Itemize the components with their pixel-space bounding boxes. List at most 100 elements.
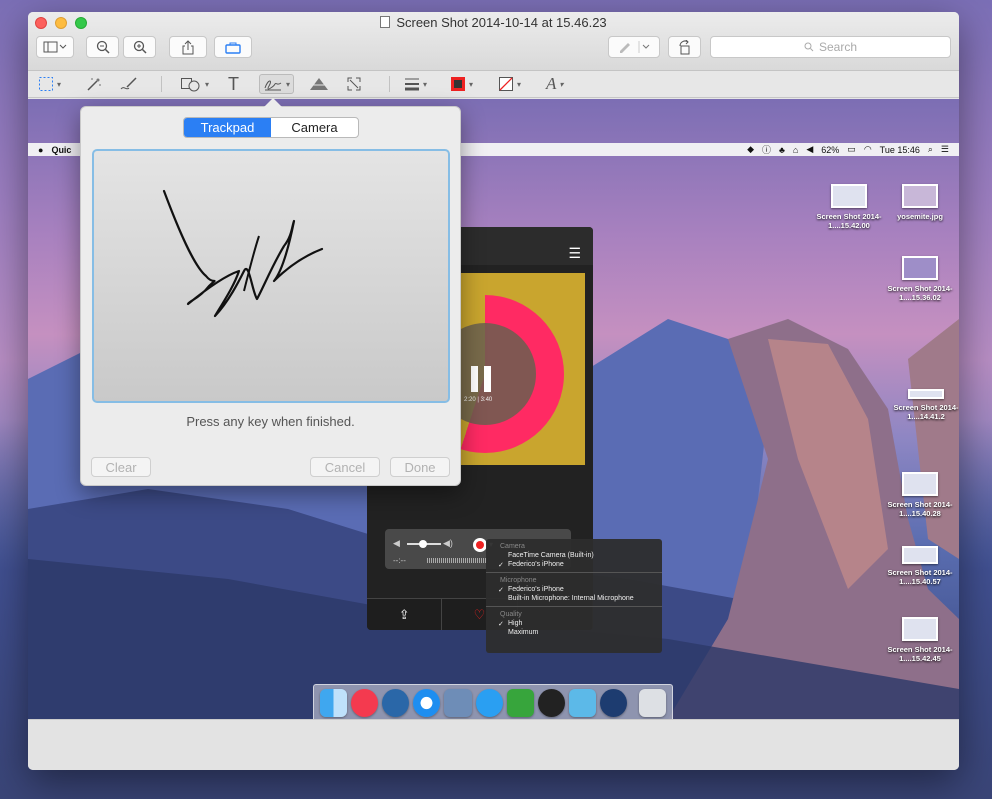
border-color-tool[interactable]: ▾ — [450, 74, 473, 94]
signature-popover: Trackpad Camera Press any key when finis… — [80, 98, 461, 486]
adjust-size-tool[interactable] — [346, 74, 362, 94]
list-icon[interactable]: ☰ — [568, 245, 581, 262]
desktop-icon-label: Screen Shot 2014-1....15.40.28 — [887, 500, 953, 518]
highlight-button[interactable] — [608, 36, 660, 58]
search-field[interactable]: Search — [710, 36, 951, 58]
chevron-down-icon: ▾ — [517, 79, 522, 89]
zoom-in-button[interactable] — [123, 36, 156, 58]
fill-color-icon — [499, 77, 513, 91]
airplay-icon[interactable]: ⇪ — [367, 599, 443, 630]
file-thumbnail — [908, 389, 944, 399]
volume-low-icon: ◀ — [393, 538, 400, 548]
menu-item-quality[interactable]: Maximum — [486, 628, 662, 637]
menubar-clock: Tue 15:46 — [879, 144, 920, 155]
desktop-icon-label: Screen Shot 2014-1....15.42.45 — [887, 645, 953, 663]
pause-button[interactable] — [471, 366, 495, 392]
spotlight-icon: ⌕ — [927, 144, 933, 154]
signature-hint: Press any key when finished. — [186, 414, 355, 429]
zoom-out-icon — [96, 40, 110, 54]
menu-item-camera[interactable]: FaceTime Camera (Built-in) — [486, 551, 662, 560]
desktop-icon-label: Screen Shot 2014-1....15.42.00 — [816, 212, 882, 230]
safari-icon[interactable] — [413, 689, 441, 717]
signature-tool[interactable]: ▾ — [259, 74, 295, 94]
text-style-tool[interactable]: A ▾ — [546, 74, 563, 94]
dock-separator — [631, 689, 635, 717]
share-icon — [182, 39, 194, 54]
desktop-icon-label: yosemite.jpg — [897, 212, 943, 221]
evernote-icon[interactable] — [506, 689, 534, 717]
preview-icon[interactable] — [444, 689, 472, 717]
sidebar-toggle-button[interactable] — [36, 36, 74, 58]
desktop-icon: Screen Shot 2014-1....15.40.57 — [880, 546, 959, 586]
menu-item-camera[interactable]: ✓ Federico's iPhone — [486, 560, 662, 569]
line-style-icon — [405, 78, 419, 91]
tweetbot-icon[interactable] — [382, 689, 410, 717]
clear-button[interactable]: Clear — [91, 457, 151, 477]
desktop-icon-label: Screen Shot 2014-1....15.40.57 — [887, 568, 953, 586]
adjust-color-icon — [308, 78, 330, 90]
toolbox-icon — [225, 42, 241, 54]
finder-icon[interactable] — [320, 689, 348, 717]
messages-icon[interactable] — [475, 689, 503, 717]
notification-center-icon: ☰ — [940, 144, 949, 154]
rotate-icon — [679, 39, 690, 54]
document-icon — [380, 16, 391, 28]
chevron-down-icon: ▾ — [469, 79, 474, 89]
sidebar-icon — [43, 41, 67, 53]
checkmark-icon: ✓ — [498, 587, 504, 594]
volume-high-icon: ◀) — [443, 538, 453, 548]
markup-toolbar: ▾ ▾ T ▾ ▾ ▾ ▾ A ▾ — [28, 71, 959, 98]
done-button[interactable]: Done — [390, 457, 450, 477]
itunes-icon[interactable] — [351, 689, 379, 717]
menu-item-microphone[interactable]: Built-in Microphone: Internal Microphone — [486, 594, 662, 603]
sketch-tool[interactable] — [119, 74, 139, 94]
menu-section-header: Quality — [500, 611, 522, 618]
volume-knob[interactable] — [419, 540, 427, 548]
sketch-pen-icon — [120, 77, 137, 90]
apple-icon: ● — [38, 144, 44, 155]
toolbar-divider — [161, 76, 162, 92]
instant-alpha-tool[interactable] — [85, 74, 103, 94]
cancel-button[interactable]: Cancel — [310, 457, 380, 477]
time-readout: 2:20 | 3:40 — [464, 397, 493, 403]
line-style-tool[interactable]: ▾ — [404, 74, 427, 94]
fill-color-tool[interactable]: ▾ — [498, 74, 521, 94]
zoom-out-button[interactable] — [86, 36, 119, 58]
selection-tool[interactable]: ▾ — [38, 74, 61, 94]
desktop-icon-label: Screen Shot 2014-1....14.41.2 — [893, 403, 959, 421]
tab-camera[interactable]: Camera — [271, 118, 358, 137]
dock — [313, 684, 673, 719]
tab-trackpad[interactable]: Trackpad — [184, 118, 271, 137]
record-button[interactable] — [473, 538, 487, 552]
menu-item-microphone[interactable]: ✓ Federico's iPhone — [486, 585, 662, 594]
toolbar-divider — [389, 76, 390, 92]
menu-divider — [486, 606, 662, 607]
pixelmator-icon[interactable] — [568, 689, 596, 717]
audio-level-meter — [427, 558, 487, 563]
checkmark-icon: ✓ — [498, 621, 504, 628]
desktop-icon-label: Screen Shot 2014-1....15.36.02 — [887, 284, 953, 302]
border-color-icon — [451, 77, 465, 91]
file-thumbnail — [902, 546, 938, 564]
search-icon — [804, 42, 814, 52]
rectangular-selection-icon — [39, 77, 53, 91]
menubar-status-items: ◆ ⓘ ♣ ⌂ ◀ 62% ▭ ◠ Tue 15:46 ⌕ ☰ — [747, 143, 949, 156]
trash-icon[interactable] — [638, 689, 667, 717]
text-tool[interactable]: T — [228, 74, 239, 94]
window-footer — [28, 719, 959, 770]
signature-drawing-pad[interactable] — [92, 149, 450, 403]
share-button[interactable] — [169, 36, 207, 58]
byword-icon[interactable] — [537, 689, 565, 717]
desktop-icon: Screen Shot 2014-1....15.40.28 — [880, 472, 959, 518]
wifi-icon: ◠ — [863, 144, 872, 154]
menubar-app-name: Quic — [51, 144, 72, 155]
chevron-down-icon: ▾ — [423, 79, 428, 89]
markup-toolbox-button[interactable] — [214, 36, 252, 58]
rotate-button[interactable] — [668, 36, 701, 58]
adjust-color-tool[interactable] — [308, 74, 330, 94]
quicktime-icon[interactable] — [599, 689, 628, 717]
file-thumbnail — [902, 472, 938, 496]
shapes-tool[interactable]: ▾ — [180, 74, 209, 94]
info-icon: ⓘ — [762, 145, 772, 155]
menu-item-quality[interactable]: ✓ High — [486, 619, 662, 628]
